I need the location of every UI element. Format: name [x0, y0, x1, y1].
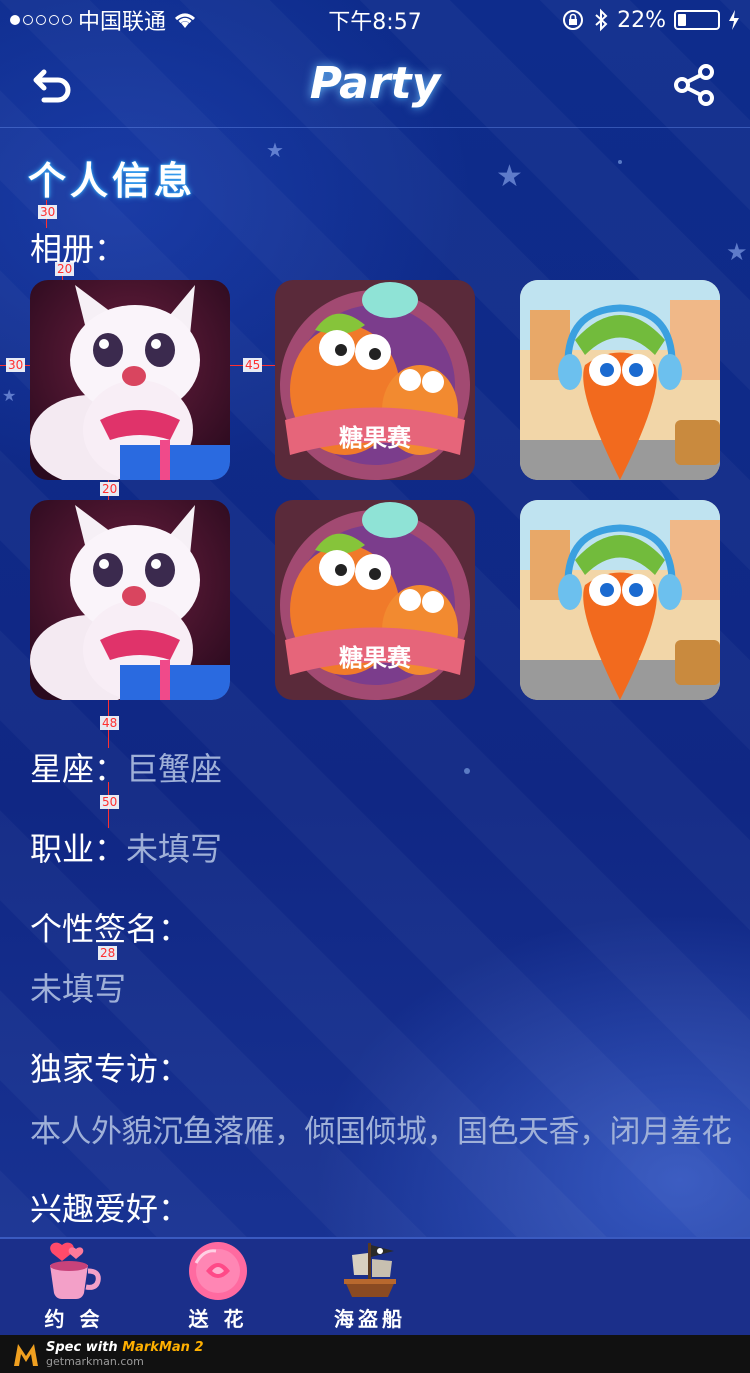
send-flower-tab-label: 送 花 [188, 1307, 248, 1331]
battery-percent: 22% [617, 7, 666, 33]
back-arrow-icon[interactable] [30, 62, 76, 108]
clock: 下午8:57 [328, 10, 422, 35]
measure-label: 48 [100, 716, 120, 730]
send-flower-tab[interactable]: 送 花 [158, 1241, 278, 1335]
pirate-ship-tab[interactable]: 海盗船 [310, 1241, 430, 1335]
pirate-ship-icon [344, 1243, 396, 1297]
pirate-ship-tab-label: 海盗船 [334, 1307, 406, 1331]
album-label: 相册： [30, 230, 127, 268]
markman-brand: Spec with MarkMan 2 [46, 1340, 204, 1355]
album-photo-candy-carrots[interactable]: 糖果赛 [275, 500, 475, 700]
measure-label: 30 [38, 205, 58, 219]
interview-label: 独家专访： [30, 1050, 191, 1088]
measure-label: 30 [6, 358, 26, 372]
zodiac-value: 巨蟹座 [126, 750, 223, 788]
album-photo-carrot-headphones[interactable] [520, 280, 720, 480]
job-row: 职业：未填写 [30, 824, 222, 870]
share-icon[interactable] [672, 62, 718, 108]
measure-label: 45 [243, 358, 263, 372]
navigation-bar: Party [0, 40, 750, 128]
job-label: 职业： [30, 830, 127, 868]
date-tab[interactable]: 约 会 [14, 1241, 134, 1335]
rotation-lock-icon [563, 10, 584, 30]
carrier-name: 中国联通 [78, 10, 167, 35]
signature-label: 个性签名： [30, 910, 191, 948]
zodiac-row: 星座：巨蟹座 [30, 744, 222, 790]
rose-icon [189, 1242, 247, 1300]
markman-footer: Spec with MarkMan 2 getmarkman.com [0, 1335, 750, 1373]
measure-label: 20 [55, 262, 75, 276]
measure-label: 50 [100, 795, 120, 809]
zodiac-label: 星座： [30, 750, 127, 788]
battery-icon [674, 10, 720, 30]
album-photo-candy-carrots[interactable]: 糖果赛 [275, 280, 475, 480]
album-photo-cat[interactable] [30, 500, 230, 700]
signature-value: 未填写 [30, 970, 127, 1008]
candy-caption: 糖果赛 [339, 424, 412, 452]
hobby-label: 兴趣爱好： [30, 1190, 191, 1228]
bottom-action-bar: 约 会 送 花 海盗船 [0, 1237, 750, 1335]
markman-url: getmarkman.com [46, 1355, 144, 1368]
charging-icon [729, 10, 739, 30]
album-photo-cat[interactable] [30, 280, 230, 480]
page-title: Party [309, 58, 441, 109]
job-value: 未填写 [126, 830, 223, 868]
candy-caption: 糖果赛 [339, 644, 412, 672]
interview-value: 本人外貌沉鱼落雁，倾国倾城，国色天香，闭月羞花 [30, 1114, 732, 1150]
bluetooth-icon [595, 8, 608, 32]
measure-label: 20 [100, 482, 120, 496]
status-bar: 中国联通 下午8:57 22% [0, 0, 750, 40]
heart-cup-icon [50, 1242, 101, 1299]
date-tab-label: 约 会 [44, 1307, 104, 1331]
markman-logo-icon [14, 1344, 38, 1366]
signal-strength-icon [10, 15, 72, 25]
wifi-icon [175, 13, 196, 28]
section-title: 个人信息 [28, 159, 197, 203]
measure-label: 28 [98, 946, 118, 960]
album-photo-carrot-headphones[interactable] [520, 500, 720, 700]
